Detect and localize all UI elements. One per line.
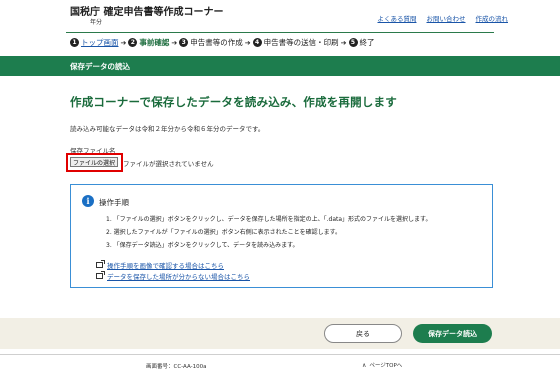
step-label: 申告書等の作成 xyxy=(190,38,243,47)
page-title: 作成コーナーで保存したデータを読み込み、作成を再開します xyxy=(70,95,397,109)
image-guide-link[interactable]: 操作手順を画像で確認する場合はこちら xyxy=(107,260,224,270)
banner-title: 保存データの読込 xyxy=(70,62,130,71)
page-top-link[interactable]: ∧ ページTOPへ xyxy=(362,361,403,370)
help-link-row: 操作手順を画像で確認する場合はこちら xyxy=(96,259,250,270)
header: 国税庁 確定申告書等作成コーナー 年分 よくある質問 お問い合わせ 作成の流れ xyxy=(0,0,560,32)
chevron-up-icon: ∧ xyxy=(362,361,367,369)
external-window-icon xyxy=(96,270,105,279)
external-window-icon xyxy=(96,259,105,268)
help-links: 操作手順を画像で確認する場合はこちら データを保存した場所が分からない場合はこち… xyxy=(96,259,250,281)
screen-number: 画面番号：CC-AA-100a xyxy=(146,364,207,370)
step-top-link[interactable]: トップ画面 xyxy=(81,37,119,48)
year-label: 年分 xyxy=(90,19,103,26)
contact-link[interactable]: お問い合わせ xyxy=(427,13,466,23)
file-status: ファイルが選択されていません xyxy=(123,160,214,168)
step-number-3: 3 xyxy=(179,38,189,47)
instructions-title: 操作手順 xyxy=(99,198,129,207)
arrow-right-icon: ➔ xyxy=(120,38,127,47)
back-button[interactable]: 戻る xyxy=(324,324,402,343)
instruction-step: 3. 「保存データ読込」ボタンをクリックして、データを読み込みます。 xyxy=(106,242,299,249)
footer-divider xyxy=(0,354,560,355)
step-number-4: 4 xyxy=(252,38,262,47)
site-title: 国税庁 確定申告書等作成コーナー xyxy=(70,7,224,18)
step-label: 終了 xyxy=(359,38,375,47)
arrow-right-icon: ➔ xyxy=(244,38,251,47)
step-number-5: 5 xyxy=(348,38,358,47)
faq-link[interactable]: よくある質問 xyxy=(378,13,417,23)
section-banner: 保存データの読込 xyxy=(0,56,560,76)
save-location-link[interactable]: データを保存した場所が分からない場合はこちら xyxy=(107,271,250,281)
top-links: よくある質問 お問い合わせ 作成の流れ xyxy=(378,13,509,23)
step-number-2: 2 xyxy=(128,38,138,47)
instruction-step: 2. 選択したファイルが「ファイルの選択」ボタン右側に表示されたことを確認します… xyxy=(106,229,342,236)
highlight-box: ファイルの選択 xyxy=(66,153,123,172)
step-current: 事前確認 xyxy=(139,38,170,47)
info-icon: i xyxy=(82,195,94,207)
description: 読み込み可能なデータは令和２年分から令和６年分のデータです。 xyxy=(70,125,265,133)
arrow-right-icon: ➔ xyxy=(340,38,347,47)
header-divider xyxy=(66,32,494,33)
instruction-step: 1. 「ファイルの選択」ボタンをクリックし、データを保存した場所を指定の上、「.… xyxy=(106,216,432,223)
arrow-right-icon: ➔ xyxy=(171,38,178,47)
instructions-box: i 操作手順 1. 「ファイルの選択」ボタンをクリックし、データを保存した場所を… xyxy=(70,184,493,288)
step-label: 申告書等の送信・印刷 xyxy=(263,38,339,47)
file-select-button[interactable]: ファイルの選択 xyxy=(70,157,118,167)
page-top-label: ページTOPへ xyxy=(369,363,403,369)
step-number-1: 1 xyxy=(70,38,79,47)
help-link-row: データを保存した場所が分からない場合はこちら xyxy=(96,270,250,281)
load-data-button[interactable]: 保存データ読込 xyxy=(413,324,492,343)
flow-link[interactable]: 作成の流れ xyxy=(476,13,509,23)
progress-steps: 1 トップ画面 ➔ 2 事前確認 ➔ 3 申告書等の作成 ➔ 4 申告書等の送信… xyxy=(70,37,375,48)
instruction-list: 1. 「ファイルの選択」ボタンをクリックし、データを保存した場所を指定の上、「.… xyxy=(106,213,431,252)
